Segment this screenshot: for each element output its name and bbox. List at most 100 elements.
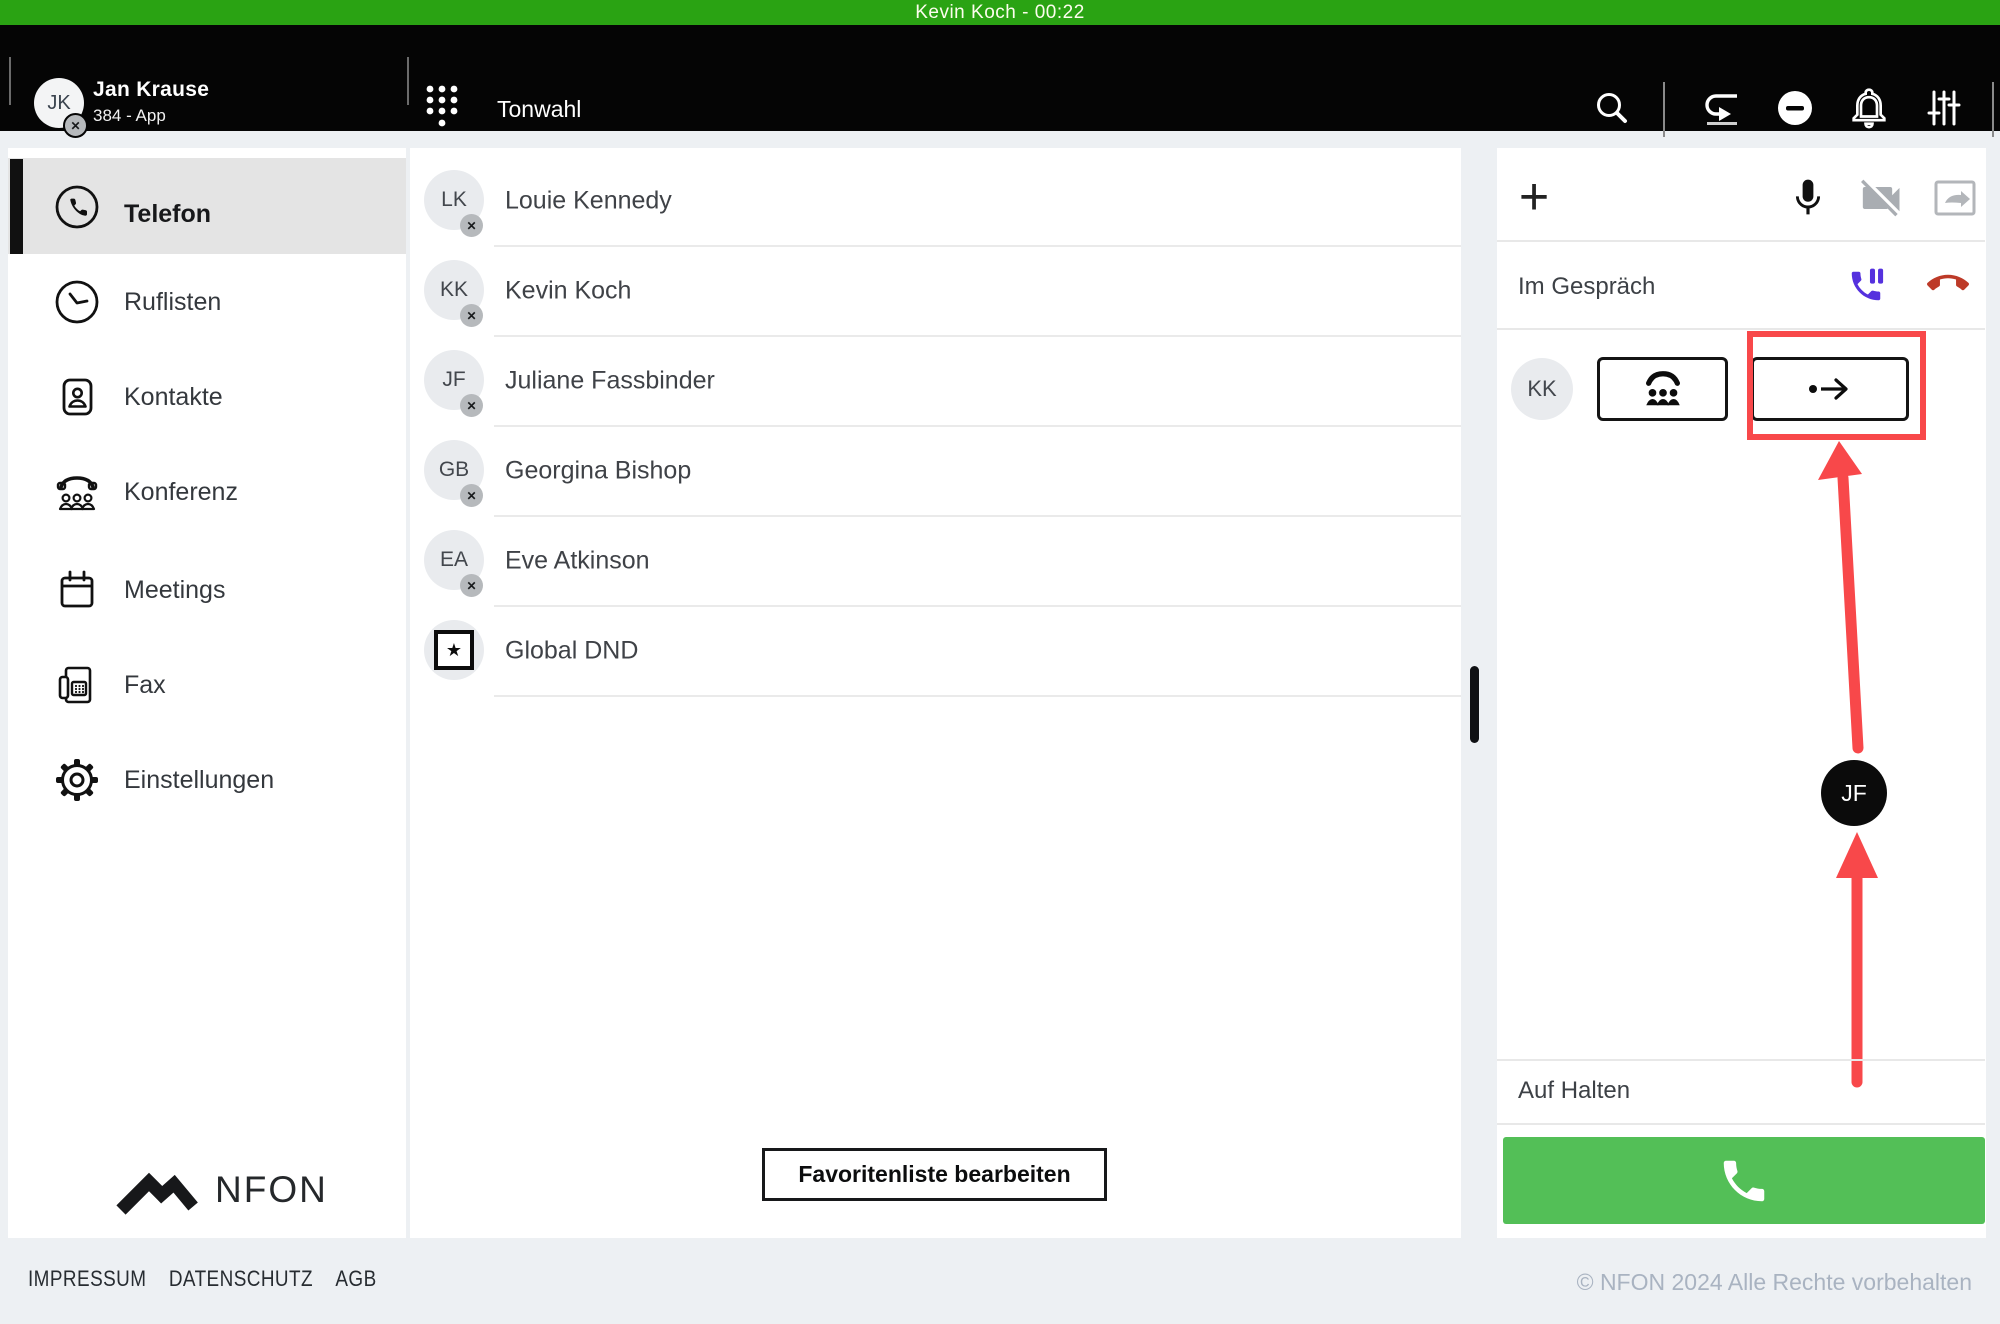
sidebar-item-label: Meetings [124, 576, 225, 605]
dialpad-icon [424, 83, 460, 131]
avatar: ★ [424, 620, 484, 680]
active-call-statusbar[interactable]: Kevin Koch - 00:22 [0, 0, 2000, 25]
row-divider [494, 605, 1461, 607]
sidebar-item-label: Ruflisten [124, 288, 221, 317]
sidebar: Telefon Ruflisten Kontakte [8, 148, 406, 1238]
copyright-text: © NFON 2024 Alle Rechte vorbehalten [1577, 1269, 1972, 1296]
x-icon: ✕ [466, 219, 476, 233]
annotation-highlight-box [1747, 331, 1926, 440]
sidebar-item-telefon[interactable]: Telefon [8, 158, 406, 254]
user-extension: 384 - App [93, 106, 166, 126]
sidebar-item-label: Konferenz [124, 478, 238, 507]
contact-name: Louie Kennedy [505, 187, 672, 216]
sidebar-item-einstellungen[interactable]: Einstellungen [8, 746, 406, 816]
contact-name: Juliane Fassbinder [505, 367, 715, 396]
hang-up-icon[interactable] [1926, 272, 1970, 302]
contact-name: Global DND [505, 637, 638, 666]
x-icon: ✕ [466, 399, 476, 413]
in-call-label: Im Gespräch [1518, 273, 1655, 301]
sidebar-item-fax[interactable]: Fax [8, 651, 406, 721]
footer-links: IMPRESSUM DATENSCHUTZ AGB [28, 1266, 377, 1292]
hold-section-label: Auf Halten [1518, 1077, 1630, 1105]
phone-icon [54, 184, 100, 230]
fax-icon [54, 662, 100, 708]
section-divider [1497, 328, 1985, 330]
sidebar-item-kontakte[interactable]: Kontakte [8, 363, 406, 433]
contact-initials: EA [440, 548, 468, 572]
screen-share-icon[interactable] [1932, 178, 1978, 218]
party-initials: KK [1527, 376, 1556, 402]
conference-button[interactable] [1597, 357, 1728, 421]
dialpad-icon[interactable] [424, 83, 460, 131]
contact-name: Eve Atkinson [505, 547, 650, 576]
call-button[interactable] [1503, 1137, 1985, 1224]
contact-initials: KK [440, 278, 468, 302]
calendar-icon [54, 567, 100, 613]
x-icon: ✕ [466, 309, 476, 323]
sidebar-item-label: Telefon [124, 200, 211, 229]
active-call-status-text: Kevin Koch - 00:22 [915, 2, 1085, 23]
avatar: KK [1511, 358, 1573, 420]
call-forward-icon[interactable] [1700, 86, 1744, 130]
remove-favorite-button[interactable]: ✕ [460, 574, 483, 597]
remove-favorite-button[interactable]: ✕ [460, 304, 483, 327]
edit-favorites-button[interactable]: Favoritenliste bearbeiten [762, 1148, 1107, 1201]
call-panel [1497, 148, 1986, 1238]
transfer-target-avatar[interactable]: JF [1821, 760, 1887, 826]
sidebar-item-konferenz[interactable]: Konferenz [8, 458, 406, 528]
sidebar-item-label: Einstellungen [124, 766, 274, 795]
row-divider [494, 515, 1461, 517]
sidebar-item-meetings[interactable]: Meetings [8, 556, 406, 626]
remove-favorite-button[interactable]: ✕ [460, 394, 483, 417]
phone-handset-icon [1717, 1154, 1771, 1208]
row-divider [494, 425, 1461, 427]
contact-initials: GB [439, 458, 469, 482]
user-name: Jan Krause [93, 78, 209, 102]
contact-name: Georgina Bishop [505, 457, 691, 486]
footer-link-datenschutz[interactable]: DATENSCHUTZ [169, 1266, 313, 1292]
section-divider [1497, 1123, 1985, 1125]
settings-sliders-icon[interactable] [1922, 86, 1966, 130]
header-divider [1663, 82, 1665, 137]
contact-initials: JF [442, 368, 465, 392]
nfon-logo-text: NFON [215, 1169, 328, 1211]
nfon-logo-mark [113, 1164, 205, 1216]
section-divider [1497, 1059, 1985, 1061]
header-divider [407, 57, 409, 105]
x-icon: ✕ [466, 489, 476, 503]
dnd-status-icon[interactable] [1776, 89, 1814, 127]
nfon-logo: NFON [113, 1160, 333, 1220]
remove-favorite-button[interactable]: ✕ [460, 214, 483, 237]
row-divider [494, 695, 1461, 697]
app-window: Kevin Koch - 00:22 JK ✕ Jan Krause 384 -… [0, 0, 2000, 1324]
add-call-icon[interactable]: + [1512, 175, 1556, 219]
sidebar-item-ruflisten[interactable]: Ruflisten [8, 268, 406, 338]
conference-icon [52, 469, 102, 515]
video-off-icon[interactable] [1860, 178, 1906, 218]
row-divider [494, 335, 1461, 337]
user-initials: JK [47, 92, 70, 115]
sidebar-item-label: Kontakte [124, 383, 223, 412]
panel-splitter-handle[interactable] [1470, 666, 1479, 743]
section-divider [1497, 240, 1985, 242]
search-icon[interactable] [1590, 86, 1634, 130]
hold-call-icon[interactable] [1846, 266, 1886, 306]
app-header: JK ✕ Jan Krause 384 - App Tonwahl [0, 25, 2000, 131]
notifications-icon[interactable] [1847, 85, 1891, 131]
contacts-icon [54, 374, 100, 420]
footer-link-agb[interactable]: AGB [335, 1266, 376, 1292]
remove-favorite-button[interactable]: ✕ [460, 484, 483, 507]
microphone-icon[interactable] [1787, 176, 1829, 218]
contact-name: Kevin Koch [505, 277, 631, 306]
presence-dnd-badge: ✕ [63, 113, 88, 138]
gear-icon [54, 757, 100, 803]
target-initials: JF [1841, 780, 1867, 807]
dial-mode-label: Tonwahl [497, 96, 581, 123]
footer-link-impressum[interactable]: IMPRESSUM [28, 1266, 146, 1292]
star-icon: ★ [434, 630, 474, 670]
row-divider [494, 245, 1461, 247]
dnd-x-glyph: ✕ [70, 119, 80, 133]
conference-icon [1639, 367, 1687, 411]
x-icon: ✕ [466, 579, 476, 593]
header-divider [9, 57, 11, 105]
